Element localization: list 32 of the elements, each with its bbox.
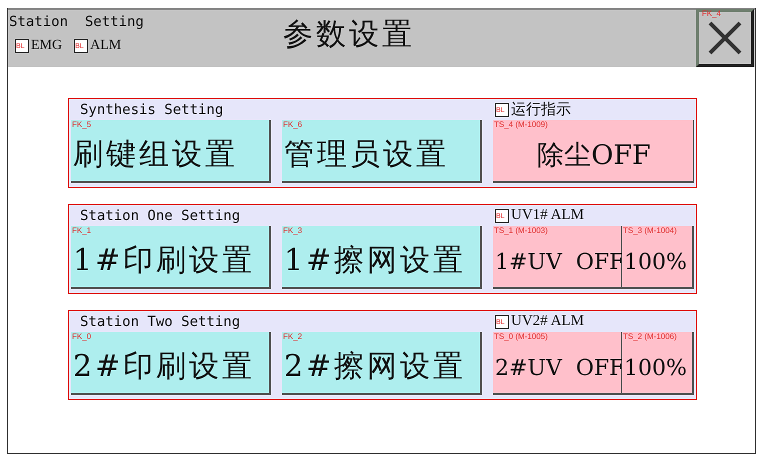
object-tag: FK_0 bbox=[72, 332, 92, 341]
object-tag: TS_0 (M-1005) bbox=[494, 332, 548, 341]
object-tag: TS_4 (M-1009) bbox=[494, 120, 548, 129]
object-tag: TS_1 (M-1003) bbox=[494, 226, 548, 235]
settings-button[interactable]: FK_1 1#印刷设置 bbox=[71, 226, 271, 289]
indicator-label: UV1# ALM bbox=[511, 207, 584, 224]
value-button[interactable]: TS_2 (M-1006) 100% bbox=[622, 332, 694, 395]
settings-button[interactable]: FK_6 管理员设置 bbox=[282, 120, 482, 183]
object-tag: FK_2 bbox=[283, 332, 302, 341]
object-tag: TS_2 (M-1006) bbox=[623, 332, 677, 341]
indicator-label: UV2# ALM bbox=[511, 313, 584, 330]
close-button[interactable] bbox=[696, 9, 754, 67]
indicator-label: ALM bbox=[90, 38, 122, 54]
close-icon bbox=[707, 20, 743, 56]
object-tag: FK_1 bbox=[72, 226, 92, 235]
settings-button[interactable]: FK_3 1#擦网设置 bbox=[282, 226, 482, 289]
value-button[interactable]: TS_3 (M-1004) 100% bbox=[622, 226, 694, 289]
group-title: Station One Setting bbox=[79, 208, 242, 224]
object-tag: FK_3 bbox=[283, 226, 302, 235]
object-tag: FK_6 bbox=[283, 120, 302, 129]
indicator-label: EMG bbox=[31, 38, 62, 54]
group-title: Station Two Setting bbox=[79, 314, 242, 330]
screen-caption: Station Setting bbox=[9, 13, 145, 32]
group-title: Synthesis Setting bbox=[79, 102, 224, 118]
settings-button[interactable]: FK_0 2#印刷设置 bbox=[71, 332, 271, 395]
toggle-button[interactable]: TS_4 (M-1009) 除尘OFF bbox=[493, 120, 694, 183]
indicator-label: 运行指示 bbox=[511, 100, 571, 119]
settings-button[interactable]: FK_5 刷键组设置 bbox=[71, 120, 271, 183]
object-tag: TS_3 (M-1004) bbox=[623, 226, 677, 235]
screen-title: 参数设置 bbox=[283, 16, 416, 54]
object-tag: FK_5 bbox=[72, 120, 92, 129]
settings-button[interactable]: FK_2 2#擦网设置 bbox=[282, 332, 482, 395]
